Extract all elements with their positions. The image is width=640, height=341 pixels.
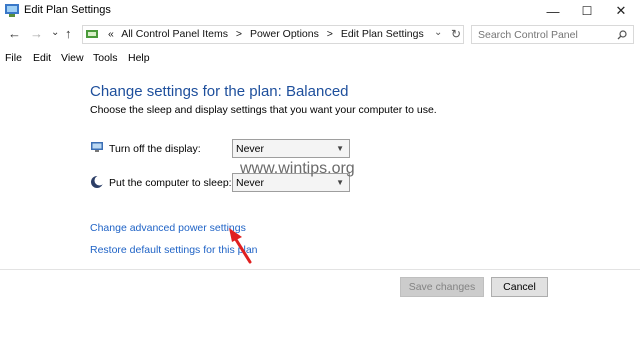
red-arrow-annotation bbox=[229, 228, 252, 264]
watermark: www.wintips.org bbox=[240, 160, 355, 177]
maximize-button[interactable]: ☐ bbox=[570, 0, 604, 22]
sleep-label: Put the computer to sleep: bbox=[109, 177, 232, 189]
footer-divider bbox=[0, 269, 640, 270]
cancel-button[interactable]: Cancel bbox=[491, 277, 548, 297]
breadcrumb-item-edit-plan-settings[interactable]: Edit Plan Settings bbox=[341, 28, 424, 40]
breadcrumb-item-all-control-panel-items[interactable]: All Control Panel Items bbox=[121, 28, 228, 40]
menu-file[interactable]: File bbox=[5, 52, 22, 64]
menu-view[interactable]: View bbox=[61, 52, 84, 64]
breadcrumb-prefix[interactable]: « bbox=[108, 28, 114, 40]
close-button[interactable]: ✕ bbox=[604, 0, 638, 22]
display-timeout-select[interactable]: Never ▼ bbox=[232, 139, 350, 158]
recent-locations-icon[interactable]: ⌄ bbox=[51, 27, 59, 38]
breadcrumb: « All Control Panel Items > Power Option… bbox=[108, 28, 424, 40]
breadcrumb-separator[interactable]: > bbox=[327, 28, 333, 40]
refresh-button[interactable]: ↻ bbox=[451, 27, 461, 41]
search-input[interactable] bbox=[471, 25, 634, 44]
page-subtitle: Choose the sleep and display settings th… bbox=[90, 104, 437, 116]
forward-button[interactable]: → bbox=[30, 26, 43, 41]
menu-tools[interactable]: Tools bbox=[93, 52, 118, 64]
advanced-power-settings-link[interactable]: Change advanced power settings bbox=[90, 222, 246, 234]
display-timeout-value: Never bbox=[236, 143, 265, 155]
window-title: Edit Plan Settings bbox=[24, 4, 111, 16]
breadcrumb-item-power-options[interactable]: Power Options bbox=[250, 28, 319, 40]
search-icon[interactable] bbox=[617, 30, 627, 40]
up-button[interactable]: ↑ bbox=[65, 26, 72, 41]
control-panel-icon bbox=[5, 4, 19, 17]
back-button[interactable]: ← bbox=[8, 26, 21, 41]
chevron-down-icon: ▼ bbox=[336, 178, 344, 187]
display-icon bbox=[91, 142, 103, 152]
control-panel-icon bbox=[86, 30, 98, 38]
sleep-timeout-value: Never bbox=[236, 177, 265, 189]
chevron-down-icon: ▼ bbox=[336, 144, 344, 153]
address-dropdown-icon[interactable]: ⌄ bbox=[434, 27, 442, 38]
menu-help[interactable]: Help bbox=[128, 52, 150, 64]
minimize-button[interactable]: — bbox=[536, 0, 570, 22]
moon-icon bbox=[91, 175, 104, 188]
save-changes-button[interactable]: Save changes bbox=[400, 277, 484, 297]
display-label: Turn off the display: bbox=[109, 143, 201, 155]
breadcrumb-separator[interactable]: > bbox=[236, 28, 242, 40]
page-title: Change settings for the plan: Balanced bbox=[90, 83, 349, 100]
menu-edit[interactable]: Edit bbox=[33, 52, 51, 64]
